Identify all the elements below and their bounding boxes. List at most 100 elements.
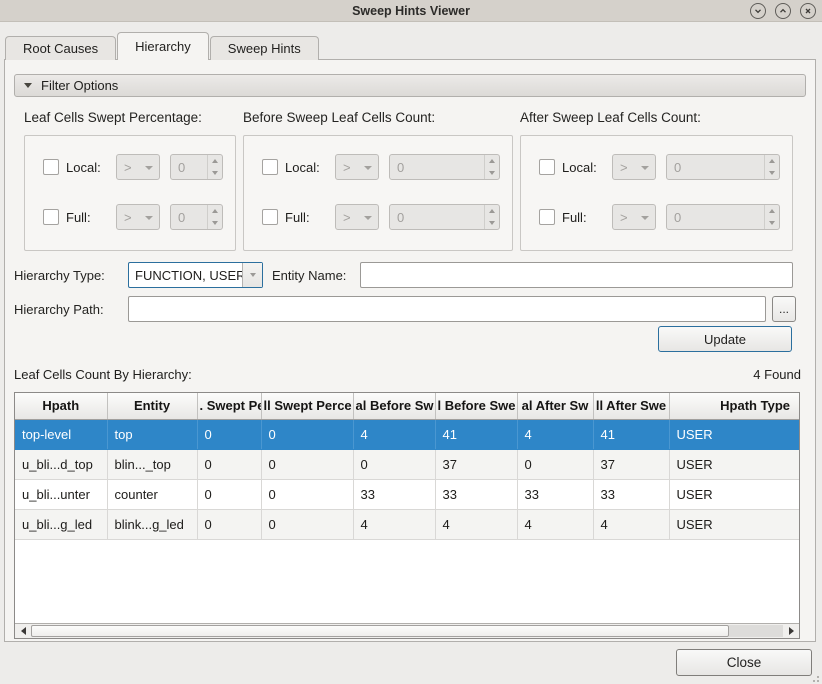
table-cell[interactable]: USER <box>669 479 799 509</box>
h-scrollbar[interactable] <box>15 623 799 638</box>
column-header[interactable]: Entity <box>107 393 197 419</box>
value-spinbox[interactable]: 0 <box>170 204 223 230</box>
table-cell[interactable]: 4 <box>593 509 669 539</box>
scroll-left-button[interactable] <box>15 624 31 638</box>
table-cell[interactable]: 0 <box>197 449 261 479</box>
scroll-right-button[interactable] <box>783 624 799 638</box>
entity-name-label: Entity Name: <box>272 268 346 283</box>
table-cell[interactable]: u_bli...g_led <box>15 509 107 539</box>
table-cell[interactable]: 33 <box>353 479 435 509</box>
operator-combobox[interactable]: > <box>612 154 656 180</box>
operator-combobox[interactable]: > <box>335 204 379 230</box>
value-spinbox[interactable]: 0 <box>170 154 223 180</box>
table-cell[interactable]: USER <box>669 419 799 449</box>
column-header[interactable]: Hpath <box>15 393 107 419</box>
scrollbar-thumb[interactable] <box>31 625 729 637</box>
table-cell[interactable]: 0 <box>353 449 435 479</box>
table-cell[interactable]: 0 <box>197 509 261 539</box>
column-header[interactable]: al Before Sw <box>353 393 435 419</box>
scroll-left-icon <box>21 627 26 635</box>
minimize-button[interactable] <box>750 3 766 19</box>
tab-root-causes[interactable]: Root Causes <box>5 36 116 60</box>
close-button[interactable] <box>800 3 816 19</box>
full-checkbox[interactable] <box>539 209 555 225</box>
table-cell[interactable]: 41 <box>593 419 669 449</box>
operator-combobox[interactable]: > <box>116 154 160 180</box>
update-button[interactable]: Update <box>658 326 792 352</box>
table-cell[interactable]: USER <box>669 509 799 539</box>
table-cell[interactable]: 37 <box>593 449 669 479</box>
table-cell[interactable]: 4 <box>353 419 435 449</box>
operator-combobox[interactable]: > <box>116 204 160 230</box>
value-spinbox[interactable]: 0 <box>666 204 780 230</box>
table-cell[interactable]: 0 <box>261 509 353 539</box>
operator-combobox[interactable]: > <box>335 154 379 180</box>
value-spinbox[interactable]: 0 <box>389 154 500 180</box>
entity-name-input[interactable] <box>360 262 793 288</box>
table-cell[interactable]: 33 <box>435 479 517 509</box>
operator-combobox[interactable]: > <box>612 204 656 230</box>
table-cell[interactable]: top-level <box>15 419 107 449</box>
scrollbar-groove[interactable] <box>729 625 783 637</box>
spin-buttons[interactable] <box>207 205 222 229</box>
filter-options-header[interactable]: Filter Options <box>14 74 806 97</box>
local-checkbox[interactable] <box>539 159 555 175</box>
table-cell[interactable]: 33 <box>593 479 669 509</box>
group-label-before-sweep: Before Sweep Leaf Cells Count: <box>243 110 435 125</box>
value-spinbox[interactable]: 0 <box>389 204 500 230</box>
table-cell[interactable]: u_bli...unter <box>15 479 107 509</box>
column-header[interactable]: ll Swept Perce <box>261 393 353 419</box>
table-cell[interactable]: u_bli...d_top <box>15 449 107 479</box>
table-cell[interactable]: 0 <box>261 419 353 449</box>
value-spinbox[interactable]: 0 <box>666 154 780 180</box>
spin-up-icon <box>769 209 775 213</box>
spin-buttons[interactable] <box>764 205 779 229</box>
column-header[interactable]: Hpath Type <box>669 393 799 419</box>
dialog-close-button[interactable]: Close <box>676 649 812 676</box>
full-checkbox[interactable] <box>262 209 278 225</box>
resize-grip[interactable] <box>809 672 819 682</box>
table-cell[interactable]: top <box>107 419 197 449</box>
table-cell[interactable]: 0 <box>261 449 353 479</box>
table-row[interactable]: u_bli...g_ledblink...g_led004444USER <box>15 509 799 539</box>
table-cell[interactable]: 0 <box>261 479 353 509</box>
table-cell[interactable]: 33 <box>517 479 593 509</box>
local-checkbox[interactable] <box>43 159 59 175</box>
full-checkbox[interactable] <box>43 209 59 225</box>
local-checkbox[interactable] <box>262 159 278 175</box>
table-cell[interactable]: 4 <box>353 509 435 539</box>
table-cell[interactable]: 37 <box>435 449 517 479</box>
maximize-button[interactable] <box>775 3 791 19</box>
table-cell[interactable]: 41 <box>435 419 517 449</box>
table-cell[interactable]: blin..._top <box>107 449 197 479</box>
table-cell[interactable]: 0 <box>517 449 593 479</box>
spin-buttons[interactable] <box>764 155 779 179</box>
browse-button[interactable]: ... <box>772 296 796 322</box>
column-header[interactable]: ll After Swe <box>593 393 669 419</box>
table-cell[interactable]: 4 <box>517 509 593 539</box>
dropdown-arrow-button[interactable] <box>242 263 262 287</box>
table-cell[interactable]: 4 <box>517 419 593 449</box>
table-row[interactable]: top-leveltop00441441USER <box>15 419 799 449</box>
results-table: HpathEntity. Swept Pell Swept Perceal Be… <box>14 392 800 639</box>
hierarchy-tab-panel: Filter Options Leaf Cells Swept Percenta… <box>4 59 816 642</box>
spin-buttons[interactable] <box>207 155 222 179</box>
column-header[interactable]: . Swept Pe <box>197 393 261 419</box>
table-cell[interactable]: USER <box>669 449 799 479</box>
table-row[interactable]: u_bli...d_topblin..._top00037037USER <box>15 449 799 479</box>
spin-buttons[interactable] <box>484 205 499 229</box>
tab-sweep-hints[interactable]: Sweep Hints <box>210 36 319 60</box>
table-cell[interactable]: counter <box>107 479 197 509</box>
hierarchy-path-label: Hierarchy Path: <box>14 302 104 317</box>
spin-buttons[interactable] <box>484 155 499 179</box>
table-cell[interactable]: blink...g_led <box>107 509 197 539</box>
table-cell[interactable]: 0 <box>197 419 261 449</box>
table-cell[interactable]: 4 <box>435 509 517 539</box>
column-header[interactable]: al After Sw <box>517 393 593 419</box>
hierarchy-type-combobox[interactable]: FUNCTION, USER <box>128 262 263 288</box>
tab-hierarchy[interactable]: Hierarchy <box>117 32 209 60</box>
column-header[interactable]: l Before Swe <box>435 393 517 419</box>
table-cell[interactable]: 0 <box>197 479 261 509</box>
table-row[interactable]: u_bli...untercounter0033333333USER <box>15 479 799 509</box>
hierarchy-path-input[interactable] <box>128 296 766 322</box>
